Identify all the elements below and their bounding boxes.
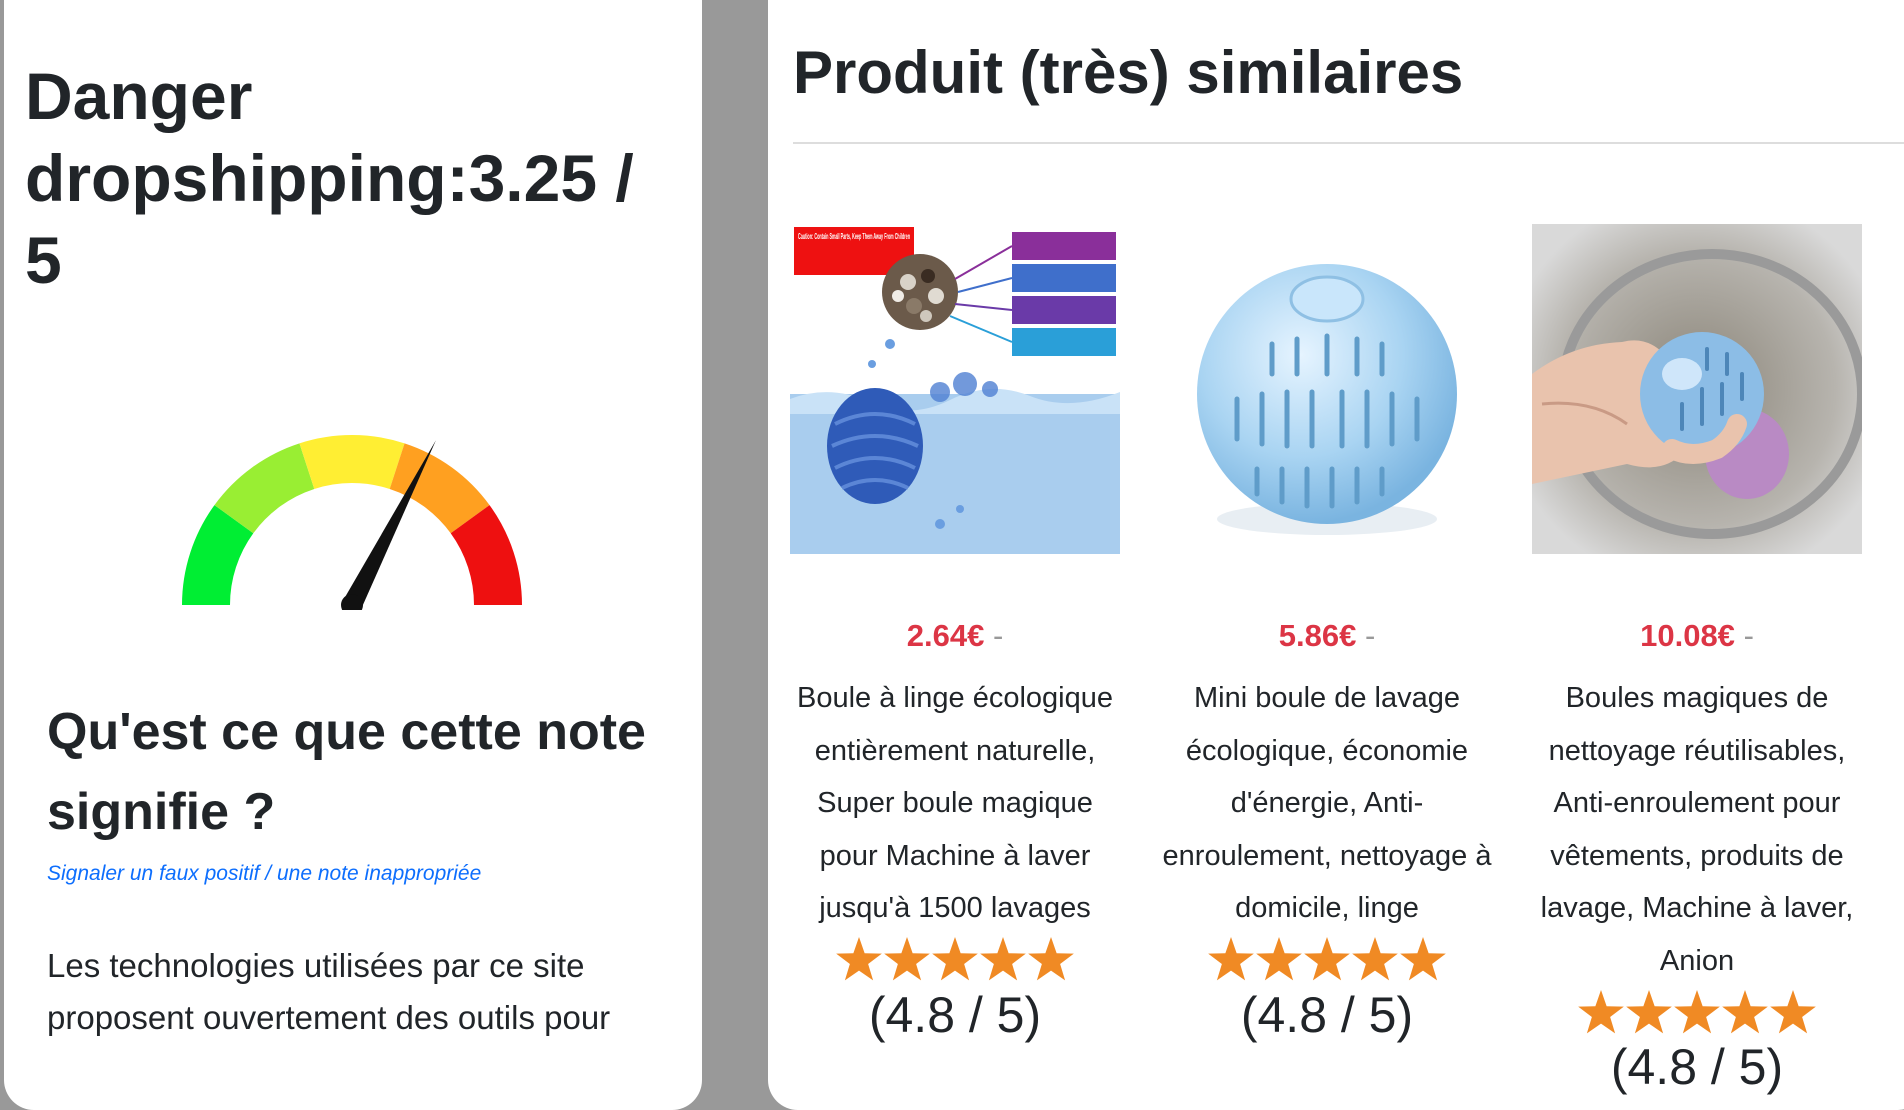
rating-score: (4.8 / 5) [868,986,1042,1043]
star-icon [1722,989,1768,1034]
product-card-2[interactable]: 5.86€ - Mini boule de lavage écologique,… [1162,224,1492,1043]
technology-description: Les technologies utilisées par ce site p… [47,947,611,1036]
star-icon [836,937,882,981]
star-icon [1626,989,1672,1034]
product-name[interactable]: Boule à linge écologique entièrement nat… [790,672,1120,935]
star-icon [1304,937,1350,981]
product-price: 10.08€ [1640,618,1735,653]
caution-label: Caution: Contain Small Parts, Keep Them … [798,232,910,241]
star-rating [790,935,1120,985]
rating-score: (4.8 / 5) [1610,1039,1784,1095]
star-icon [1674,989,1720,1034]
stars-icon [1578,989,1816,1034]
price-separator: - [1364,618,1376,653]
gauge-segment [299,435,405,489]
star-icon [1256,937,1302,981]
danger-gauge [182,435,522,610]
water-ball-infographic-image[interactable]: Caution: Contain Small Parts, Keep Them … [790,224,1120,554]
similar-products-card: Produit (très) similaires Caution: Conta… [768,0,1904,1110]
star-icon [1400,937,1446,981]
danger-score-title: Danger dropshipping:3.25 / 5 [25,59,634,297]
product-name[interactable]: Mini boule de lavage écologique, économi… [1162,672,1492,935]
rating-score: (4.8 / 5) [1240,986,1414,1043]
star-icon [1352,937,1398,981]
star-icon [1208,937,1254,981]
stars-icon [836,937,1074,981]
star-rating [1162,935,1492,985]
hand-holding-ball-image[interactable] [1532,224,1862,554]
product-price: 5.86€ [1278,618,1357,653]
blue-laundry-ball-image[interactable] [1162,224,1492,554]
section-divider [793,142,1904,144]
price-separator: - [1743,618,1754,653]
report-false-positive-link[interactable]: Signaler un faux positif / une note inap… [47,862,481,886]
star-rating [1532,987,1862,1037]
product-card-3[interactable]: 10.08€ - Boules magiques de nettoyage ré… [1532,224,1862,1095]
stars-icon [1208,937,1446,981]
star-icon [932,937,978,981]
star-icon [1578,989,1624,1034]
meaning-heading: Qu'est ce que cette note signifie ? [47,703,646,841]
similar-products-title: Produit (très) similaires [793,39,1464,106]
product-price: 2.64€ [906,618,985,653]
danger-card: Danger dropshipping:3.25 / 5 Qu'est ce q… [4,0,702,1110]
price-separator: - [992,618,1004,653]
product-card-1[interactable]: Caution: Contain Small Parts, Keep Them … [790,224,1120,1043]
star-icon [1770,989,1816,1034]
product-name[interactable]: Boules magiques de nettoyage réutilisabl… [1532,672,1862,987]
star-icon [884,937,930,981]
star-icon [1028,937,1074,981]
star-icon [980,937,1026,981]
